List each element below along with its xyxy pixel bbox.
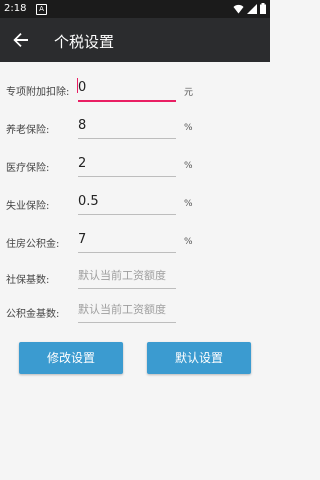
pension-label: 养老保险: bbox=[6, 125, 50, 136]
special-deduction-unit: 元 bbox=[184, 88, 194, 98]
row-pension: 养老保险: 8 % bbox=[0, 110, 270, 144]
row-special-deduction: 专项附加扣除: 0 元 bbox=[0, 72, 270, 106]
row-housing-fund: 住房公积金: 7 % bbox=[0, 224, 270, 258]
unemployment-label: 失业保险: bbox=[6, 201, 50, 212]
back-arrow-icon[interactable] bbox=[12, 31, 30, 49]
battery-icon bbox=[260, 3, 266, 14]
social-base-label: 社保基数: bbox=[6, 275, 50, 286]
medical-label: 医疗保险: bbox=[6, 163, 50, 174]
medical-unit: % bbox=[184, 161, 193, 171]
housing-fund-label: 住房公积金: bbox=[6, 239, 60, 250]
system-icons bbox=[233, 3, 266, 14]
unemployment-input[interactable]: 0.5 bbox=[78, 190, 176, 215]
medical-input[interactable]: 2 bbox=[78, 152, 176, 177]
status-time: 2:18 bbox=[4, 3, 27, 14]
housing-fund-input[interactable]: 7 bbox=[78, 228, 176, 253]
row-medical: 医疗保险: 2 % bbox=[0, 148, 270, 182]
row-unemployment: 失业保险: 0.5 % bbox=[0, 186, 270, 220]
modify-settings-button[interactable]: 修改设置 bbox=[19, 342, 123, 374]
housing-fund-unit: % bbox=[184, 237, 193, 247]
app-bar: 个税设置 bbox=[0, 18, 270, 62]
unemployment-unit: % bbox=[184, 199, 193, 209]
special-deduction-label: 专项附加扣除: bbox=[6, 87, 70, 98]
special-deduction-value: 0 bbox=[78, 80, 87, 95]
wifi-icon bbox=[233, 4, 244, 13]
special-deduction-input[interactable]: 0 bbox=[77, 76, 176, 102]
fund-base-input[interactable]: 默认当前工资额度 bbox=[78, 298, 176, 323]
social-base-input[interactable]: 默认当前工资额度 bbox=[78, 264, 176, 289]
notification-icon: A bbox=[36, 4, 47, 15]
signal-icon bbox=[247, 3, 257, 14]
pension-unit: % bbox=[184, 123, 193, 133]
fund-base-label: 公积金基数: bbox=[6, 309, 60, 320]
pension-input[interactable]: 8 bbox=[78, 114, 176, 139]
row-fund-base: 公积金基数: 默认当前工资额度 bbox=[0, 294, 270, 328]
page-title: 个税设置 bbox=[54, 33, 115, 51]
row-social-base: 社保基数: 默认当前工资额度 bbox=[0, 260, 270, 294]
default-settings-button[interactable]: 默认设置 bbox=[147, 342, 251, 374]
status-bar: 2:18 A bbox=[0, 0, 270, 18]
